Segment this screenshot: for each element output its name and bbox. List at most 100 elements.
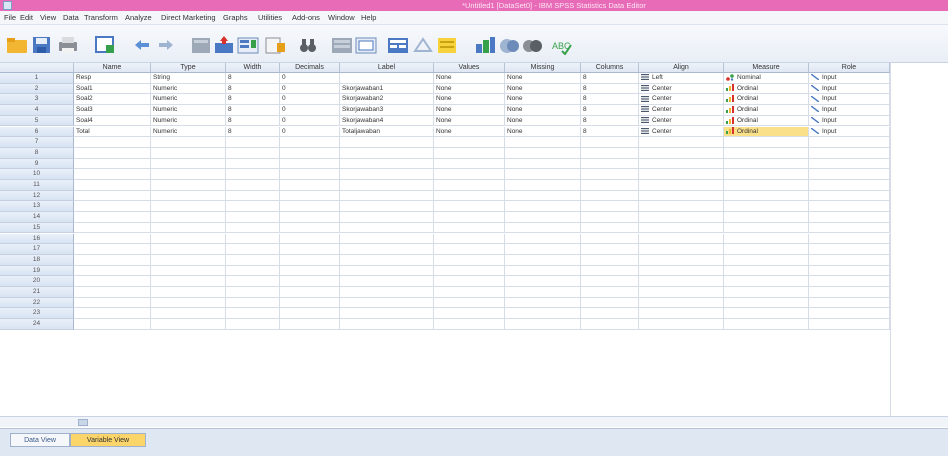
cell-measure[interactable] (724, 233, 809, 245)
cell-name[interactable] (74, 147, 151, 159)
cell-name[interactable] (74, 319, 151, 330)
cell-name[interactable]: Soal2 (74, 94, 151, 106)
cell-width[interactable] (226, 158, 280, 170)
cell-decimals[interactable] (280, 233, 340, 245)
cell-columns[interactable] (581, 265, 639, 277)
cell-decimals[interactable] (280, 244, 340, 255)
cell-columns[interactable] (581, 212, 639, 223)
cell-type[interactable] (151, 137, 226, 148)
cell-width[interactable] (226, 222, 280, 234)
cell-role[interactable] (809, 158, 890, 170)
cell-decimals[interactable]: 0 (280, 83, 340, 95)
cell-measure[interactable]: Ordinal (724, 105, 809, 116)
menu-help[interactable]: Help (361, 13, 376, 22)
cell-columns[interactable] (581, 158, 639, 170)
cell-missing[interactable] (505, 319, 581, 330)
cell-type[interactable] (151, 201, 226, 213)
cell-name[interactable] (74, 297, 151, 309)
cell-missing[interactable] (505, 137, 581, 148)
cell-type[interactable] (151, 169, 226, 180)
select-cases-icon[interactable] (436, 35, 458, 55)
cell-width[interactable] (226, 201, 280, 213)
cell-values[interactable] (434, 308, 505, 320)
cell-missing[interactable] (505, 233, 581, 245)
cell-name[interactable] (74, 169, 151, 180)
cell-decimals[interactable]: 0 (280, 115, 340, 127)
cell-columns[interactable]: 8 (581, 115, 639, 127)
row-number[interactable]: 14 (0, 212, 74, 223)
cell-values[interactable] (434, 147, 505, 159)
cell-role[interactable] (809, 222, 890, 234)
cell-label[interactable] (340, 297, 434, 309)
cell-type[interactable]: String (151, 73, 226, 84)
cell-decimals[interactable] (280, 254, 340, 266)
goto-case-icon[interactable] (190, 35, 212, 55)
cell-columns[interactable] (581, 319, 639, 330)
cell-width[interactable] (226, 147, 280, 159)
cell-role[interactable] (809, 297, 890, 309)
cell-columns[interactable] (581, 201, 639, 213)
cell-values[interactable]: None (434, 105, 505, 116)
cell-measure[interactable] (724, 287, 809, 298)
row-number[interactable]: 5 (0, 115, 74, 127)
cell-align[interactable] (639, 319, 724, 330)
cell-align[interactable]: Center (639, 126, 724, 138)
cell-name[interactable]: Soal1 (74, 83, 151, 95)
cell-align[interactable] (639, 137, 724, 148)
cell-values[interactable] (434, 254, 505, 266)
cell-width[interactable] (226, 319, 280, 330)
cell-label[interactable] (340, 265, 434, 277)
cell-values[interactable]: None (434, 94, 505, 106)
row-number[interactable]: 8 (0, 147, 74, 159)
cell-missing[interactable] (505, 276, 581, 287)
cell-type[interactable] (151, 233, 226, 245)
cell-measure[interactable] (724, 297, 809, 309)
cell-role[interactable]: Input (809, 115, 890, 127)
cell-label[interactable] (340, 319, 434, 330)
cell-type[interactable] (151, 180, 226, 191)
cell-role[interactable] (809, 254, 890, 266)
row-number[interactable]: 21 (0, 287, 74, 298)
cell-role[interactable] (809, 190, 890, 202)
cell-type[interactable] (151, 190, 226, 202)
cell-missing[interactable]: None (505, 105, 581, 116)
cell-width[interactable]: 8 (226, 83, 280, 95)
cell-align[interactable] (639, 169, 724, 180)
cell-role[interactable] (809, 308, 890, 320)
cell-decimals[interactable] (280, 201, 340, 213)
cell-label[interactable] (340, 308, 434, 320)
cell-name[interactable] (74, 158, 151, 170)
cell-type[interactable] (151, 147, 226, 159)
find-icon[interactable] (265, 35, 287, 55)
cell-type[interactable] (151, 287, 226, 298)
cell-measure[interactable]: Ordinal (724, 126, 809, 138)
menu-analyze[interactable]: Analyze (125, 13, 152, 22)
cell-columns[interactable]: 8 (581, 94, 639, 106)
cell-columns[interactable] (581, 222, 639, 234)
tab-data-view[interactable]: Data View (10, 433, 70, 447)
cell-name[interactable] (74, 201, 151, 213)
row-number[interactable]: 16 (0, 233, 74, 245)
cell-label[interactable] (340, 201, 434, 213)
cell-name[interactable] (74, 233, 151, 245)
cell-label[interactable] (340, 158, 434, 170)
cell-decimals[interactable] (280, 137, 340, 148)
cell-type[interactable] (151, 254, 226, 266)
cell-type[interactable]: Numeric (151, 105, 226, 116)
cell-missing[interactable] (505, 308, 581, 320)
cell-decimals[interactable]: 0 (280, 73, 340, 84)
cell-label[interactable] (340, 287, 434, 298)
cell-label[interactable] (340, 212, 434, 223)
column-header-role[interactable]: Role (809, 63, 890, 73)
cell-missing[interactable]: None (505, 126, 581, 138)
cell-align[interactable] (639, 276, 724, 287)
cell-role[interactable] (809, 265, 890, 277)
row-number[interactable]: 1 (0, 73, 74, 84)
cell-measure[interactable] (724, 158, 809, 170)
row-number[interactable]: 4 (0, 105, 74, 116)
column-header-decimals[interactable]: Decimals (280, 63, 340, 73)
cell-label[interactable]: Skorjawaban3 (340, 105, 434, 116)
cell-name[interactable] (74, 137, 151, 148)
cell-name[interactable] (74, 222, 151, 234)
row-number[interactable]: 3 (0, 94, 74, 106)
